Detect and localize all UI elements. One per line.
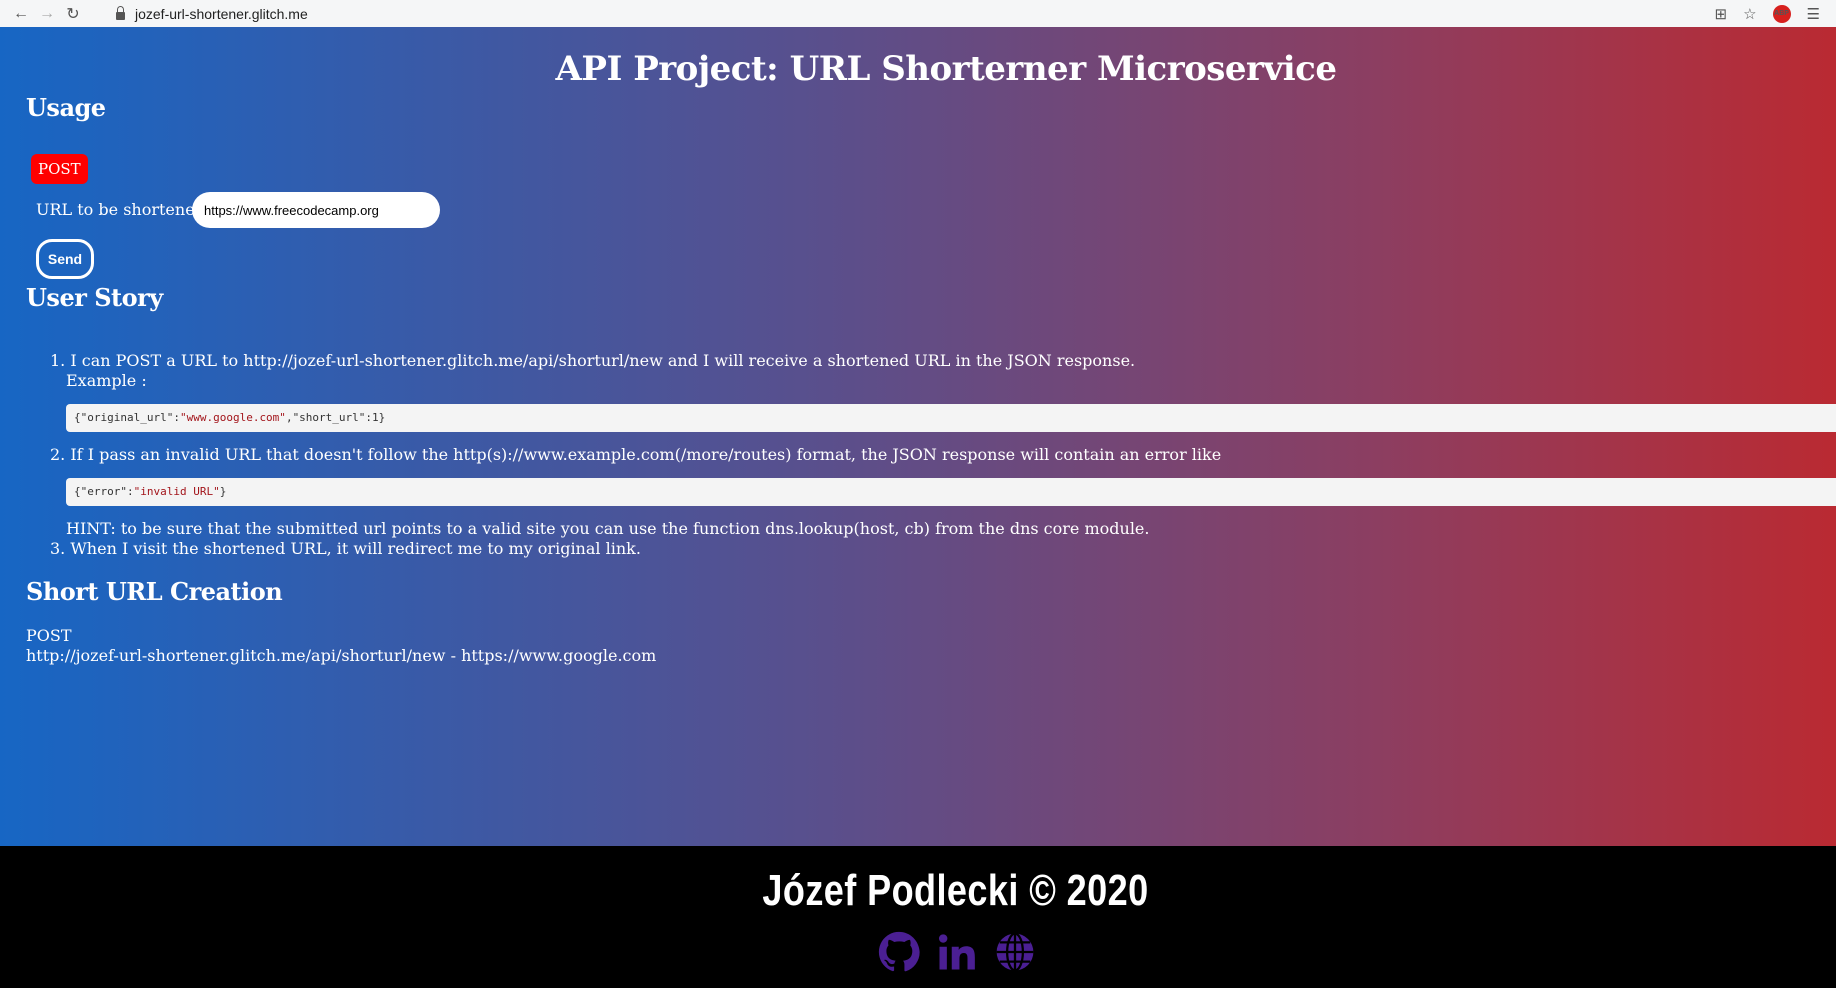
lock-icon: [116, 5, 125, 20]
bookmark-star-icon[interactable]: ☆: [1743, 5, 1756, 23]
list-item: 2. If I pass an invalid URL that doesn't…: [50, 445, 1221, 464]
example-label: Example :: [66, 371, 147, 390]
menu-icon[interactable]: ☰: [1807, 5, 1820, 23]
forward-icon[interactable]: →: [34, 5, 60, 23]
main-content: API Project: URL Shorterner Microservice…: [0, 27, 1836, 846]
creation-example: http://jozef-url-shortener.glitch.me/api…: [26, 646, 657, 665]
adblock-icon[interactable]: ABP: [1772, 4, 1791, 23]
translate-icon[interactable]: ⊞: [1715, 5, 1728, 23]
reload-icon[interactable]: ↻: [60, 4, 86, 24]
social-links: [878, 931, 1036, 973]
browser-actions: ⊞ ☆ ABP ☰: [1715, 0, 1836, 27]
url-input[interactable]: [192, 192, 440, 228]
address-text: jozef-url-shortener.glitch.me: [135, 5, 308, 22]
address-bar[interactable]: jozef-url-shortener.glitch.me: [116, 5, 308, 22]
list-number: 1.: [50, 351, 66, 370]
list-text: I can POST a URL to http://jozef-url-sho…: [70, 351, 1136, 370]
send-button[interactable]: Send: [36, 239, 94, 279]
code-text: {"error":"invalid URL"}: [74, 485, 227, 498]
footer: Józef Podlecki © 2020: [0, 846, 1836, 988]
list-number: 3.: [50, 539, 66, 558]
linkedin-link[interactable]: [936, 931, 978, 973]
method-badge: POST: [31, 154, 88, 184]
website-link[interactable]: [994, 931, 1036, 973]
list-number: 2.: [50, 445, 66, 464]
creation-method: POST: [26, 626, 72, 645]
code-block: {"original_url":"www.google.com","short_…: [66, 404, 1836, 432]
page-title: API Project: URL Shorterner Microservice: [555, 49, 1337, 89]
globe-icon: [996, 932, 1034, 972]
list-item: 1. I can POST a URL to http://jozef-url-…: [50, 351, 1135, 370]
footer-copyright: Józef Podlecki © 2020: [762, 866, 1149, 915]
code-block: {"error":"invalid URL"}: [66, 478, 1836, 506]
hint-text: HINT: to be sure that the submitted url …: [66, 519, 1150, 538]
code-text: {"original_url":"www.google.com","short_…: [74, 411, 386, 424]
browser-toolbar: ← → ↻ jozef-url-shortener.glitch.me ⊞ ☆ …: [0, 0, 1836, 28]
usage-heading: Usage: [26, 93, 106, 122]
list-item: 3. When I visit the shortened URL, it wi…: [50, 539, 641, 558]
creation-heading: Short URL Creation: [26, 577, 283, 606]
github-icon: [878, 931, 920, 972]
browser-nav: ← → ↻: [8, 4, 86, 24]
linkedin-icon: [938, 934, 975, 970]
user-story-heading: User Story: [26, 283, 163, 312]
list-text: If I pass an invalid URL that doesn't fo…: [70, 445, 1222, 464]
back-icon[interactable]: ←: [8, 5, 34, 23]
github-link[interactable]: [878, 931, 920, 973]
url-input-label: URL to be shortened: [36, 200, 205, 219]
list-text: When I visit the shortened URL, it will …: [70, 539, 641, 558]
